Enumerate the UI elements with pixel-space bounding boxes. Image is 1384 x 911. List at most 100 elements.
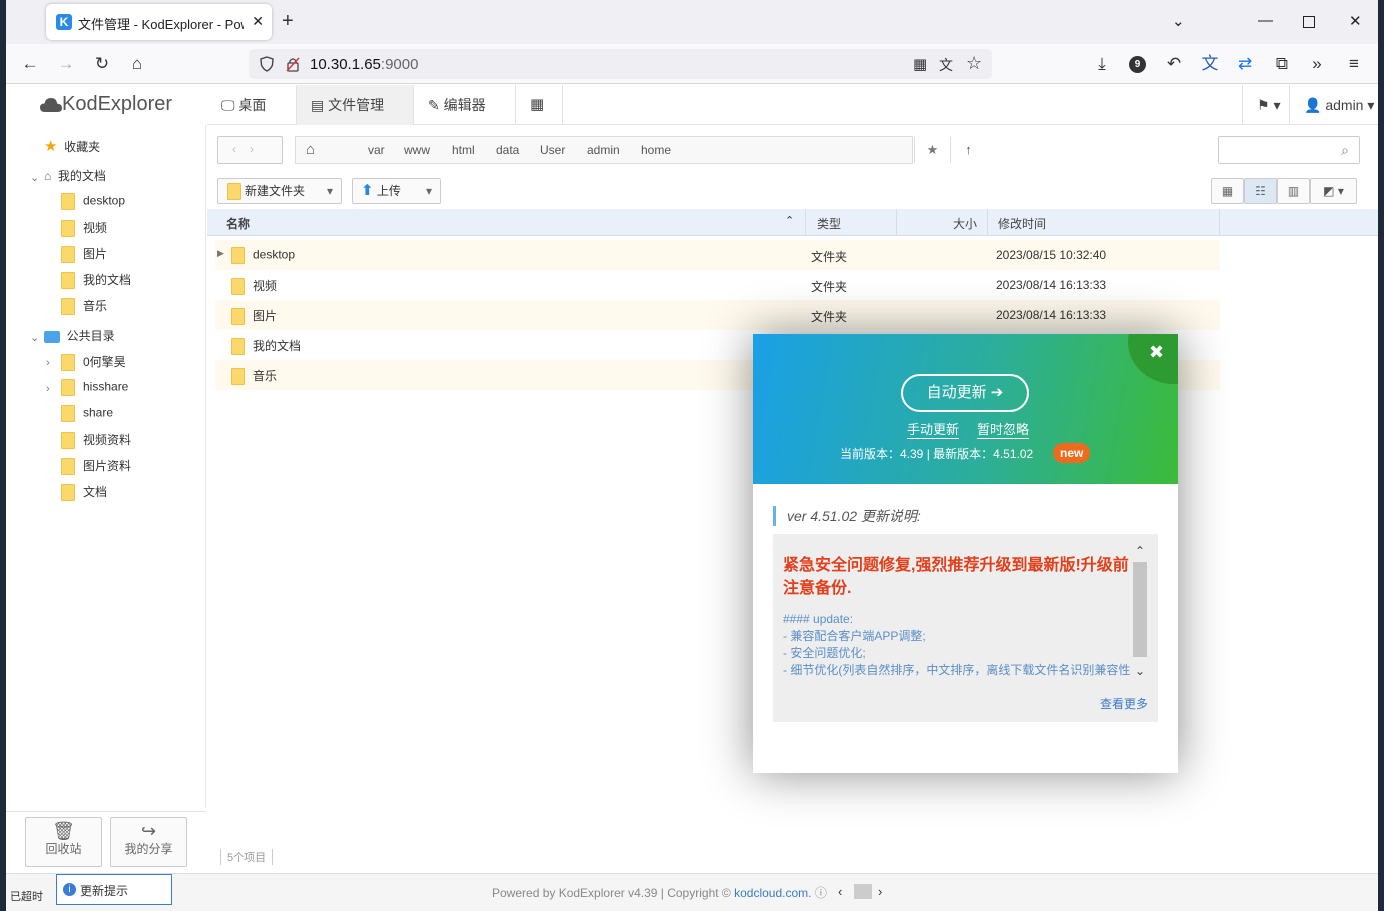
scroll-right-arrow[interactable]: › (878, 884, 882, 899)
col-type[interactable]: 类型 (817, 215, 841, 232)
table-row[interactable]: ▶ desktop 文件夹 2023/08/15 10:32:40 (215, 240, 1220, 270)
chevron-right-icon[interactable]: › (46, 383, 50, 395)
favorite-star-icon[interactable]: ★ (914, 137, 950, 163)
sidebar-public[interactable]: 公共目录 (44, 327, 115, 349)
search-icon[interactable]: ⌕ (1341, 138, 1349, 162)
bookmark-star-icon[interactable]: ☆ (966, 53, 982, 74)
back-arrow-icon[interactable]: ← (20, 54, 40, 74)
sidebar-item-picture-resources[interactable]: 图片资料 (61, 457, 131, 479)
close-tab-icon[interactable]: ✕ (252, 13, 264, 30)
footer-link[interactable]: kodcloud.com. (734, 886, 811, 900)
flag-menu-button[interactable]: ⚑ ▾ (1242, 85, 1290, 125)
scroll-up-arrow[interactable]: ⌃ (1135, 544, 1145, 558)
window-close-button[interactable]: ✕ (1349, 12, 1362, 30)
table-row[interactable]: 视频 文件夹 2023/08/14 16:13:33 (215, 270, 1220, 300)
recycle-bin-button[interactable]: 🗑 回收站 (25, 817, 102, 867)
sidebar-item-label: 图片资料 (83, 459, 132, 473)
cloud-logo-icon (40, 98, 62, 112)
col-size[interactable]: 大小 (953, 215, 977, 232)
item-count: 5个项目 (220, 849, 274, 865)
breadcrumb-item[interactable]: www (404, 143, 430, 157)
sync-extension-icon[interactable]: ⇄ (1235, 54, 1255, 74)
maximize-button[interactable] (1303, 16, 1315, 28)
auto-update-button[interactable]: 自动更新 ➔ (901, 374, 1029, 412)
breadcrumb-item[interactable]: var (368, 143, 385, 157)
breadcrumb-item[interactable]: admin (587, 143, 620, 157)
close-icon[interactable]: ✖ (1149, 342, 1164, 363)
list-view-button[interactable]: ☷ (1244, 178, 1277, 204)
scroll-down-arrow[interactable]: ⌄ (1135, 664, 1145, 678)
sidebar-item-public-0[interactable]: 0何擎昊 (61, 353, 126, 375)
qr-code-icon[interactable]: ▦ (913, 55, 927, 73)
minimize-button[interactable]: — (1258, 12, 1273, 29)
breadcrumb-home-icon[interactable]: ⌂ (306, 141, 315, 158)
home-icon[interactable]: ⌂ (127, 54, 147, 74)
col-name[interactable]: 名称 (226, 215, 250, 232)
chevron-down-icon[interactable]: ⌄ (30, 331, 39, 344)
sidebar-item-hisshare[interactable]: hisshare (61, 379, 128, 401)
extension-badge[interactable]: 9 (1129, 56, 1146, 73)
sidebar-item-pictures[interactable]: 图片 (61, 245, 107, 267)
table-row[interactable]: 图片 文件夹 2023/08/14 16:13:33 (215, 300, 1220, 330)
breadcrumb-item[interactable]: User (540, 143, 565, 157)
sidebar-item-docs[interactable]: 文档 (61, 483, 107, 505)
tab-file-manager[interactable]: ▤ 文件管理 (297, 85, 414, 125)
new-tab-button[interactable]: + (282, 10, 294, 32)
row-name-cell: 视频 (231, 277, 277, 296)
horizontal-scroll-thumb[interactable] (854, 884, 872, 899)
manual-update-link[interactable]: 手动更新 (907, 419, 960, 439)
update-tip-tab[interactable]: i 更新提示 (56, 874, 172, 905)
extensions-puzzle-icon[interactable]: ⧉ (1272, 54, 1292, 74)
icon-view-button[interactable]: ▦ (1211, 178, 1244, 204)
translate-icon[interactable]: ⽂ (939, 55, 953, 75)
chevron-down-icon[interactable]: ⌄ (30, 171, 39, 184)
search-input[interactable]: ⌕ (1218, 136, 1360, 164)
caret-down-icon[interactable]: ▾ (426, 179, 432, 203)
sidebar-item-desktop[interactable]: desktop (61, 193, 125, 215)
history-nav-buttons[interactable]: ‹› (217, 136, 283, 164)
browser-tab[interactable]: K 文件管理 - KodExplorer - Pow ✕ (46, 4, 272, 40)
sort-up-icon[interactable]: ⌃ (785, 214, 794, 227)
ignore-link[interactable]: 暂时忽略 (977, 419, 1030, 439)
sidebar-favorites[interactable]: ★ 收藏夹 (44, 137, 100, 159)
sidebar-item-videos[interactable]: 视频 (61, 219, 107, 241)
user-menu-button[interactable]: 👤 admin ▾ (1290, 85, 1378, 125)
sidebar-item-share[interactable]: share (61, 405, 113, 427)
split-view-button[interactable]: ▥ (1277, 178, 1310, 204)
breadcrumb-item[interactable]: data (496, 143, 519, 157)
vertical-scroll-thumb[interactable] (1133, 562, 1147, 657)
sidebar-item-video-resources[interactable]: 视频资料 (61, 431, 131, 453)
sidebar-item-music[interactable]: 音乐 (61, 297, 107, 319)
forward-arrow-icon[interactable]: → (56, 54, 76, 74)
sidebar-item-label: 我的文档 (83, 273, 132, 287)
breadcrumb-item[interactable]: html (452, 143, 475, 157)
tab-list-chevron-icon[interactable]: ⌄ (1172, 12, 1185, 30)
tab-desktop[interactable]: 🖵 桌面 (207, 85, 297, 125)
chevron-right-icon[interactable]: › (46, 357, 50, 369)
info-circle-icon[interactable]: ⓘ (815, 886, 827, 900)
tab-editor[interactable]: ✎ 编辑器 (414, 85, 516, 125)
undo-extension-icon[interactable]: ↶ (1164, 54, 1184, 74)
grid-apps-button[interactable]: ▦ (516, 85, 563, 125)
translate-extension-icon[interactable]: ⽂ (1200, 54, 1220, 74)
sidebar-item-documents[interactable]: 我的文档 (61, 271, 131, 293)
scroll-left-arrow[interactable]: ‹ (838, 884, 842, 899)
theme-menu-button[interactable]: ◩ ▾ (1310, 178, 1357, 204)
row-name: desktop (253, 247, 296, 262)
browser-window: K 文件管理 - KodExplorer - Pow ✕ + ⌄ — ✕ ← →… (6, 0, 1378, 911)
sidebar-my-docs[interactable]: ⌂ 我的文档 (44, 167, 106, 189)
upload-button[interactable]: ⬆ 上传 ▾ (352, 178, 441, 204)
overflow-chevrons-icon[interactable]: » (1307, 54, 1327, 74)
expand-arrow-icon[interactable]: ▶ (217, 248, 224, 259)
new-folder-button[interactable]: 新建文件夹 ▾ (217, 178, 342, 204)
download-icon[interactable]: ⤓ (1092, 54, 1112, 74)
col-modified[interactable]: 修改时间 (998, 215, 1046, 232)
up-arrow-icon[interactable]: ↑ (950, 137, 986, 163)
view-more-link[interactable]: 查看更多 (1100, 695, 1148, 712)
breadcrumb-item[interactable]: home (641, 143, 671, 157)
my-share-button[interactable]: ↪ 我的分享 (110, 817, 187, 867)
caret-down-icon[interactable]: ▾ (327, 179, 333, 203)
hamburger-menu-icon[interactable]: ≡ (1344, 54, 1364, 74)
reload-icon[interactable]: ↻ (92, 54, 112, 74)
address-bar[interactable]: 10.30.1.65:9000 ▦ ⽂ ☆ (249, 49, 992, 79)
